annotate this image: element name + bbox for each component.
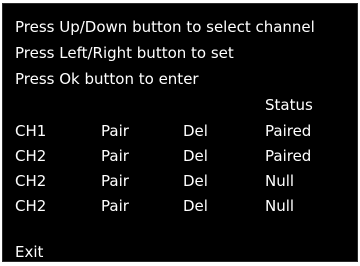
channel-row[interactable]: CH2 Pair Del Paired (3, 149, 357, 169)
channel-label: CH2 (15, 147, 47, 165)
pair-option[interactable]: Pair (101, 199, 129, 214)
channel-pairing-screen: Press Up/Down button to select channel P… (2, 3, 358, 262)
channel-label: CH2 (15, 172, 47, 190)
instruction-left-right: Press Left/Right button to set (15, 44, 234, 62)
delete-option[interactable]: Del (183, 174, 208, 189)
instruction-ok: Press Ok button to enter (15, 70, 199, 88)
delete-option[interactable]: Del (183, 149, 208, 164)
channel-row[interactable]: CH2 Pair Del Null (3, 174, 357, 194)
exit-option[interactable]: Exit (15, 245, 43, 260)
pair-option[interactable]: Pair (101, 124, 129, 139)
channel-label: CH1 (15, 122, 47, 140)
channel-label: CH2 (15, 197, 47, 215)
delete-option[interactable]: Del (183, 124, 208, 139)
status-value: Paired (265, 122, 312, 140)
channel-row[interactable]: CH2 Pair Del Null (3, 199, 357, 219)
status-value: Paired (265, 147, 312, 165)
pair-option[interactable]: Pair (101, 149, 129, 164)
status-column-header: Status (265, 96, 313, 114)
status-value: Null (265, 197, 295, 215)
pair-option[interactable]: Pair (101, 174, 129, 189)
channel-row[interactable]: CH1 Pair Del Paired (3, 124, 357, 144)
delete-option[interactable]: Del (183, 199, 208, 214)
instruction-up-down: Press Up/Down button to select channel (15, 18, 315, 36)
status-value: Null (265, 172, 295, 190)
